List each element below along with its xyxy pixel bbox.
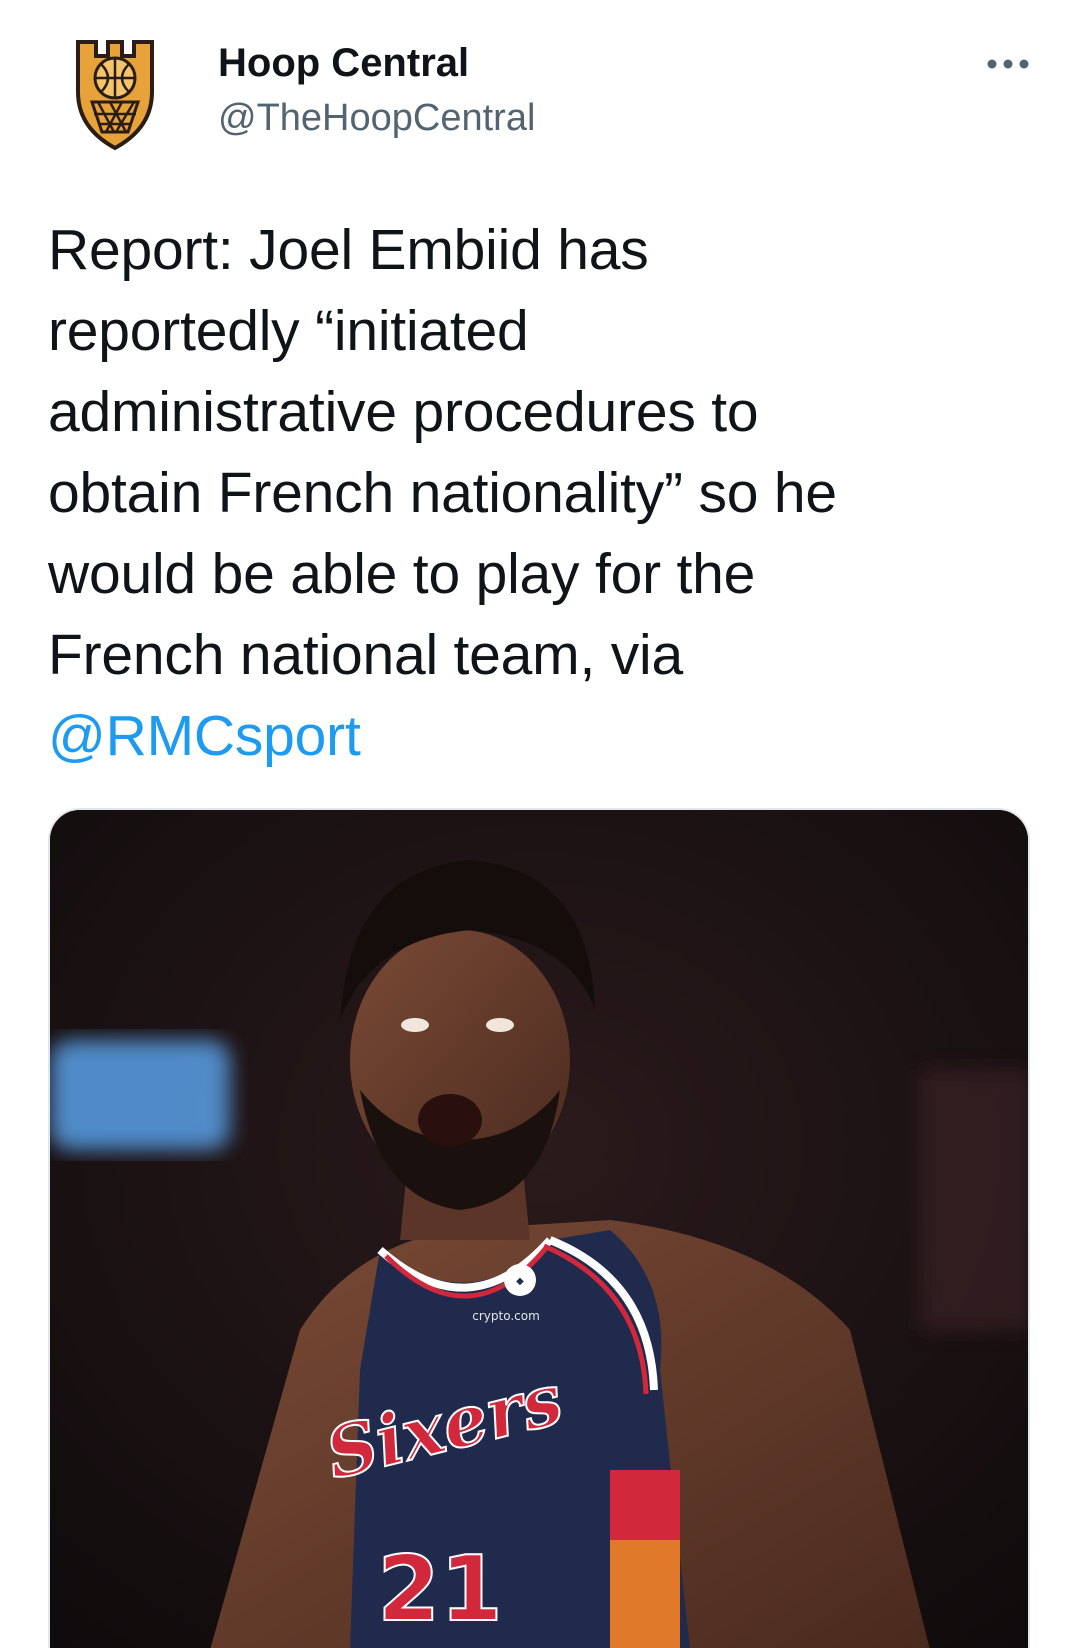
tweet-header: Hoop Central @TheHoopCentral [0,0,1078,170]
tweet-media-photo[interactable]: ◆ crypto.com Sixers 21 [48,808,1030,1648]
jersey-sponsor-text: crypto.com [472,1309,540,1323]
author-display-name[interactable]: Hoop Central [218,38,535,88]
tweet-text-line: Report: Joel Embiid has [48,218,649,282]
tweet-text-line: would be able to play for the [48,542,756,606]
mention-link[interactable]: @RMCsport [48,696,1048,777]
more-options-button[interactable] [978,44,1038,84]
tweet-text-line: administrative procedures to [48,380,759,444]
author-block: Hoop Central @TheHoopCentral [218,38,535,142]
tweet: Hoop Central @TheHoopCentral Report: Joe… [0,0,1078,1648]
svg-text:◆: ◆ [516,1276,524,1287]
tweet-text-line: French national team, via [48,623,683,687]
player-photo: ◆ crypto.com Sixers 21 [50,810,1028,1648]
avatar[interactable] [70,36,160,152]
jersey-number-text: 21 [377,1537,502,1642]
tweet-text-line: reportedly “initiated [48,299,529,363]
hoop-central-logo-icon [76,40,154,151]
author-handle[interactable]: @TheHoopCentral [218,94,535,142]
tweet-text-line: obtain French nationality” so he [48,461,837,525]
more-options-icon [987,59,1029,69]
tweet-text: Report: Joel Embiid has reportedly “init… [48,210,1048,777]
